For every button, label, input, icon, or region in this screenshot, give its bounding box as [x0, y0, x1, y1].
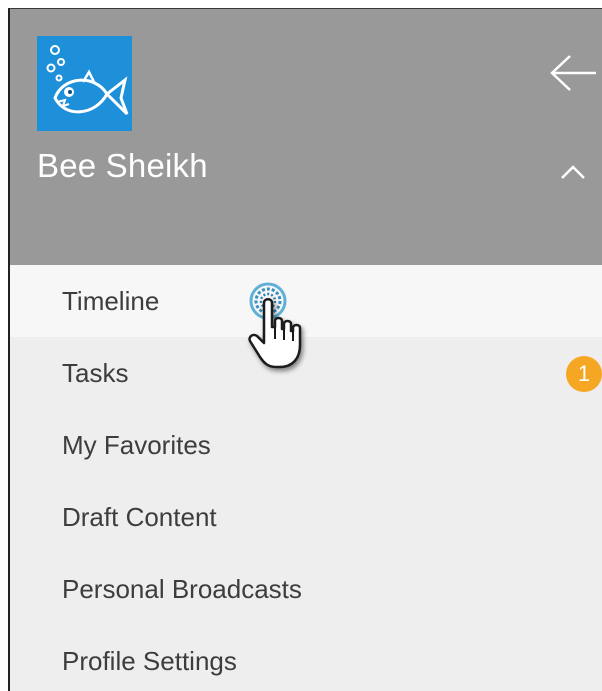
fish-avatar-icon[interactable]: [37, 36, 132, 131]
menu-item-personal-broadcasts[interactable]: Personal Broadcasts: [10, 553, 602, 625]
menu-item-label: Timeline: [62, 286, 160, 316]
menu-item-profile-settings[interactable]: Profile Settings: [10, 625, 602, 691]
menu-item-my-favorites[interactable]: My Favorites: [10, 409, 602, 481]
menu-item-draft-content[interactable]: Draft Content: [10, 481, 602, 553]
user-name: Bee Sheikh: [37, 147, 208, 184]
menu-item-label: Draft Content: [62, 502, 217, 532]
sidebar-panel: Bee Sheikh Timeline Tasks 1 My Favorites…: [8, 8, 602, 691]
menu-item-label: Personal Broadcasts: [62, 574, 302, 604]
menu-item-label: My Favorites: [62, 430, 211, 460]
user-header: Bee Sheikh: [10, 9, 602, 265]
menu-item-label: Tasks: [62, 358, 129, 388]
chevron-up-icon[interactable]: [558, 161, 588, 183]
menu-item-timeline[interactable]: Timeline: [10, 265, 602, 337]
arrow-left-icon[interactable]: [546, 53, 598, 93]
sidebar-menu: Timeline Tasks 1 My Favorites Draft Cont…: [10, 265, 602, 691]
menu-item-label: Profile Settings: [62, 646, 237, 676]
menu-item-tasks[interactable]: Tasks 1: [10, 337, 602, 409]
notification-badge: 1: [566, 356, 602, 392]
